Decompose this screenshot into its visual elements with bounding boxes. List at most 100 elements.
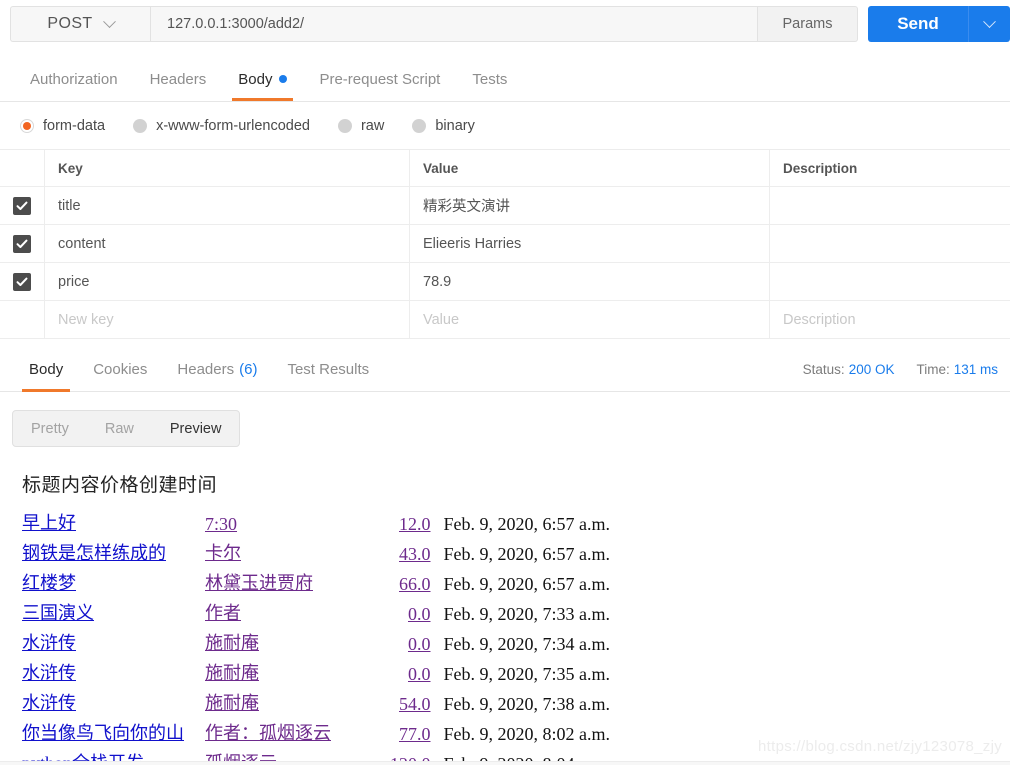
row-checkbox-cell[interactable] xyxy=(0,225,45,262)
radio-x-www-form-urlencoded[interactable]: x-www-form-urlencoded xyxy=(133,118,324,134)
send-group: Send xyxy=(868,6,1010,42)
preview-price-cell: 66.0 xyxy=(390,569,438,599)
request-tabs: Authorization Headers Body Pre-request S… xyxy=(0,58,1010,102)
tab-tests[interactable]: Tests xyxy=(456,57,523,101)
row-key-input[interactable]: content xyxy=(45,225,410,262)
row-checkbox-cell[interactable] xyxy=(0,263,45,300)
row-value-input[interactable]: Elieeris Harries xyxy=(410,225,770,262)
preview-title-link[interactable]: 水浒传 xyxy=(22,663,76,683)
time-value: 131 ms xyxy=(953,362,998,377)
preview-content-link[interactable]: 卡尔 xyxy=(205,543,241,563)
row-description-input[interactable] xyxy=(770,263,1010,300)
preview-table: 早上好 7:30 12.0 Feb. 9, 2020, 6:57 a.m. 钢铁… xyxy=(0,509,610,765)
table-row: content Elieeris Harries xyxy=(0,225,1010,263)
preview-price-link[interactable]: 0.0 xyxy=(408,604,431,624)
table-row: price 78.9 xyxy=(0,263,1010,301)
preview-title-link[interactable]: 三国演义 xyxy=(22,603,94,623)
header-description: Description xyxy=(783,160,858,176)
row-checkbox-cell[interactable] xyxy=(0,187,45,224)
preview-title-link[interactable]: 钢铁是怎样练成的 xyxy=(22,543,166,563)
preview-content-cell: 林黛玉进贾府 xyxy=(205,569,390,599)
tab-headers[interactable]: Headers xyxy=(134,57,223,101)
checkbox-checked-icon[interactable] xyxy=(13,234,31,253)
new-description-input[interactable]: Description xyxy=(770,301,1010,338)
preview-title-link[interactable]: 早上好 xyxy=(22,513,76,533)
checkbox-checked-icon[interactable] xyxy=(13,196,31,215)
checkbox-checked-icon[interactable] xyxy=(13,272,31,291)
preview-title-cell: 你当像鸟飞向你的山 xyxy=(0,719,205,749)
response-tab-body[interactable]: Body xyxy=(14,347,78,392)
table-new-row: New key Value Description xyxy=(0,301,1010,339)
preview-content-link[interactable]: 施耐庵 xyxy=(205,633,259,653)
preview-price-link[interactable]: 66.0 xyxy=(399,574,431,594)
request-url-bar: POST 127.0.0.1:3000/add2/ Params Send xyxy=(0,0,1010,48)
row-key-input[interactable]: title xyxy=(45,187,410,224)
send-options-button[interactable] xyxy=(968,6,1010,42)
view-pretty-button[interactable]: Pretty xyxy=(13,411,87,446)
preview-price-cell: 43.0 xyxy=(390,539,438,569)
preview-content-link[interactable]: 施耐庵 xyxy=(205,663,259,683)
preview-price-link[interactable]: 43.0 xyxy=(399,544,431,564)
radio-form-data[interactable]: form-data xyxy=(20,118,119,134)
params-button[interactable]: Params xyxy=(758,6,858,42)
tab-label: Headers xyxy=(149,70,207,88)
preview-price-link[interactable]: 0.0 xyxy=(408,664,431,684)
preview-content-link[interactable]: 7:30 xyxy=(205,514,237,534)
preview-price-link[interactable]: 54.0 xyxy=(399,694,431,714)
form-data-table: Key Value Description title 精彩英文演讲 conte… xyxy=(0,150,1010,339)
response-tab-cookies[interactable]: Cookies xyxy=(78,347,162,392)
preview-content-cell: 卡尔 xyxy=(205,539,390,569)
view-preview-button[interactable]: Preview xyxy=(152,411,240,446)
response-meta: Status: 200 OK Time: 131 ms xyxy=(803,347,998,392)
http-method-selector[interactable]: POST xyxy=(10,6,150,42)
view-raw-button[interactable]: Raw xyxy=(87,411,152,446)
radio-raw[interactable]: raw xyxy=(337,118,398,134)
status-label: Status: xyxy=(802,362,845,377)
header-checkbox-cell xyxy=(0,150,45,186)
status-value: 200 OK xyxy=(848,362,895,377)
tab-pre-request-script[interactable]: Pre-request Script xyxy=(303,57,456,101)
header-key: Key xyxy=(45,150,410,186)
preview-price-cell: 0.0 xyxy=(390,599,438,629)
new-value-input[interactable]: Value xyxy=(410,301,770,338)
preview-content-link[interactable]: 施耐庵 xyxy=(205,693,259,713)
preview-title-link[interactable]: 红楼梦 xyxy=(22,573,76,593)
time-label: Time: xyxy=(916,362,950,377)
preview-price-link[interactable]: 0.0 xyxy=(408,634,431,654)
preview-price-link[interactable]: 12.0 xyxy=(399,514,431,534)
url-text: 127.0.0.1:3000/add2/ xyxy=(167,16,305,32)
preview-content-link[interactable]: 作者 xyxy=(205,603,241,623)
new-key-input[interactable]: New key xyxy=(45,301,410,338)
row-value-input[interactable]: 精彩英文演讲 xyxy=(410,187,770,224)
preview-title-cell: 水浒传 xyxy=(0,689,205,719)
params-label: Params xyxy=(782,16,833,32)
preview-title-cell: 水浒传 xyxy=(0,659,205,689)
preview-content-link[interactable]: 作者：孤烟逐云 xyxy=(205,723,331,743)
tab-label: Body xyxy=(238,70,273,88)
tab-authorization[interactable]: Authorization xyxy=(14,57,134,101)
preview-title-link[interactable]: 水浒传 xyxy=(22,633,76,653)
row-value-input[interactable]: 78.9 xyxy=(410,263,770,300)
row-key-input[interactable]: price xyxy=(45,263,410,300)
row-description-input[interactable] xyxy=(770,187,1010,224)
send-button[interactable]: Send xyxy=(868,6,968,42)
preview-heading: 标题内容价格创建时间 xyxy=(22,475,218,496)
response-tab-headers[interactable]: Headers (6) xyxy=(162,347,272,392)
row-description-input[interactable] xyxy=(770,225,1010,262)
preview-title-link[interactable]: 水浒传 xyxy=(22,693,76,713)
preview-price-link[interactable]: 77.0 xyxy=(399,724,431,744)
body-type-radio-group: form-data x-www-form-urlencoded raw bina… xyxy=(0,103,1010,150)
tab-body[interactable]: Body xyxy=(222,57,303,101)
response-tab-test-results[interactable]: Test Results xyxy=(272,347,384,392)
preview-row: 水浒传 施耐庵 54.0 Feb. 9, 2020, 7:38 a.m. xyxy=(0,689,610,719)
preview-price-cell: 12.0 xyxy=(390,509,438,539)
radio-binary[interactable]: binary xyxy=(412,118,489,134)
preview-date-cell: Feb. 9, 2020, 6:57 a.m. xyxy=(443,544,611,564)
radio-icon xyxy=(412,119,427,133)
preview-row: 水浒传 施耐庵 0.0 Feb. 9, 2020, 7:35 a.m. xyxy=(0,659,610,689)
preview-content-link[interactable]: 林黛玉进贾府 xyxy=(205,573,313,593)
preview-title-cell: 早上好 xyxy=(0,509,205,539)
url-input[interactable]: 127.0.0.1:3000/add2/ xyxy=(150,6,758,42)
preview-date-cell: Feb. 9, 2020, 7:34 a.m. xyxy=(443,634,611,654)
preview-title-link[interactable]: 你当像鸟飞向你的山 xyxy=(22,723,184,743)
